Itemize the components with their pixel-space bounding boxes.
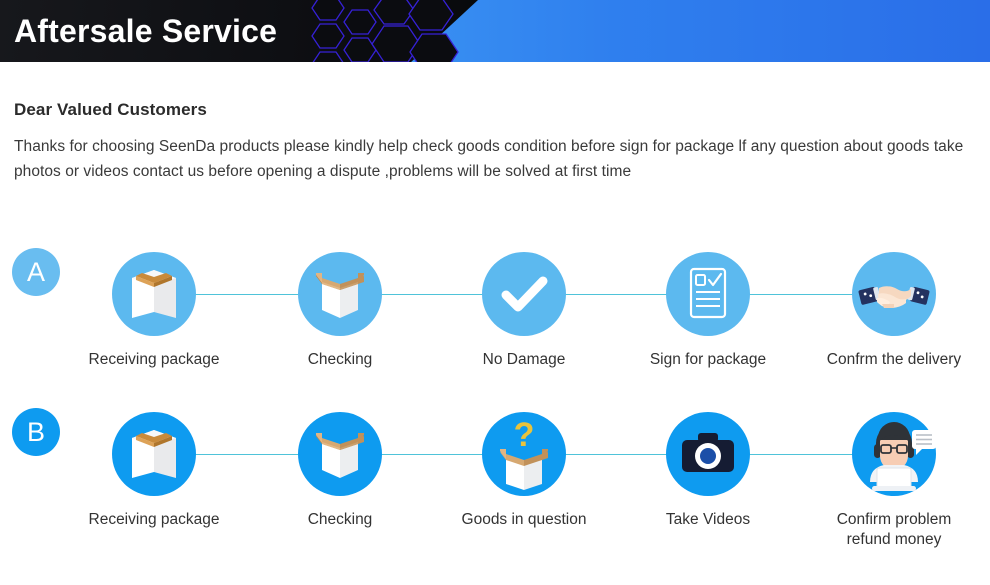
closed-box-icon (112, 412, 196, 496)
step-label: Goods in question (461, 511, 587, 528)
step-sign-for-package-a[interactable]: Sign for package (618, 240, 798, 370)
open-box-icon (298, 252, 382, 336)
step-goods-in-question-b[interactable]: ? Goods in question (434, 400, 614, 530)
row-badge-a: A (12, 248, 60, 296)
page-banner: Aftersale Service (0, 0, 990, 62)
intro-body: Thanks for choosing SeenDa products plea… (14, 138, 964, 180)
flow-row-b: B Receiving package Checking ? Goods in … (0, 400, 990, 550)
step-take-videos-b[interactable]: Take Videos (618, 400, 798, 530)
step-label: Confrm the delivery (826, 351, 962, 368)
closed-box-icon (112, 252, 196, 336)
intro-block: Dear Valued Customers Thanks for choosin… (14, 100, 976, 184)
step-label: Receiving package (88, 351, 220, 368)
question-box-icon: ? (482, 412, 566, 496)
intro-heading: Dear Valued Customers (14, 100, 207, 119)
camera-icon (666, 412, 750, 496)
step-label: Receiving package (88, 511, 220, 528)
step-label: Sign for package (649, 351, 767, 368)
step-receiving-package-b[interactable]: Receiving package (64, 400, 244, 530)
step-no-damage-a[interactable]: No Damage (434, 240, 614, 370)
flow-row-a: A Receiving package Checking No Damage S… (0, 240, 990, 390)
signed-document-icon (666, 252, 750, 336)
svg-text:?: ? (514, 416, 535, 454)
step-receiving-package-a[interactable]: Receiving package (64, 240, 244, 370)
step-checking-b[interactable]: Checking (250, 400, 430, 530)
step-label: Checking (307, 351, 373, 368)
step-label: Confirm problem refund money (836, 511, 952, 548)
step-confirm-delivery-a[interactable]: Confrm the delivery (804, 240, 984, 370)
step-checking-a[interactable]: Checking (250, 240, 430, 370)
step-confirm-refund-b[interactable]: Confirm problem refund money (804, 400, 984, 550)
step-label: Take Videos (665, 511, 751, 528)
check-mark-icon (482, 252, 566, 336)
page-title: Aftersale Service (14, 13, 278, 49)
step-label: No Damage (482, 351, 566, 368)
row-badge-b: B (12, 408, 60, 456)
open-box-icon (298, 412, 382, 496)
step-label: Checking (307, 511, 373, 528)
handshake-icon (852, 252, 936, 336)
support-agent-icon (852, 412, 936, 496)
